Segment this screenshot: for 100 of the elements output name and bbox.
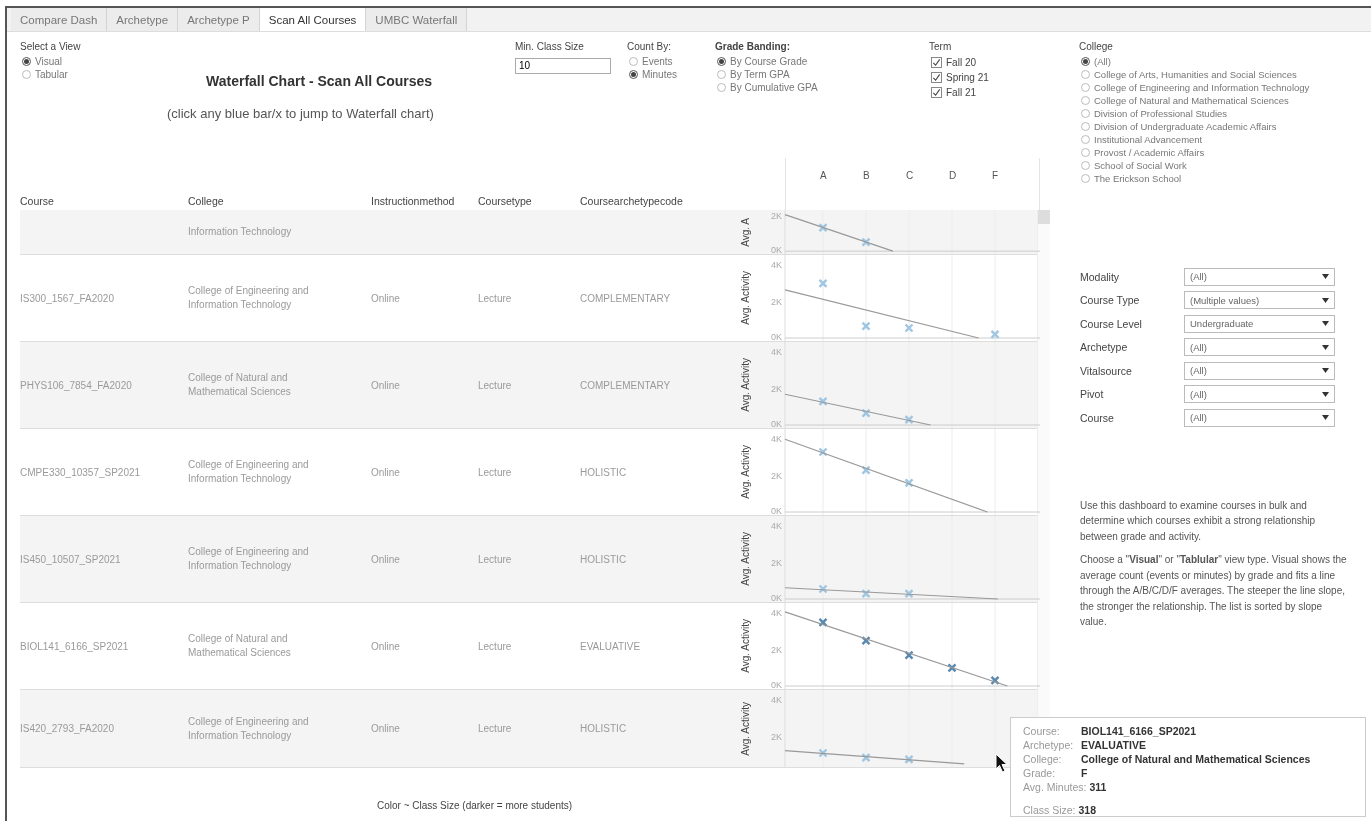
option-label: (All) — [1094, 56, 1111, 67]
option-label: By Course Grade — [730, 56, 808, 67]
caret-icon — [1322, 415, 1329, 421]
column-header: Instructionmethod — [371, 195, 456, 209]
table-cell: IS450_10507_SP2021 — [20, 553, 121, 565]
table-cell-text: College of Engineering and Information Technology — [188, 458, 310, 487]
data-point[interactable] — [904, 323, 914, 333]
caret-icon — [1322, 274, 1329, 280]
table-cell: HOLISTIC — [580, 553, 627, 565]
data-point[interactable] — [861, 237, 871, 247]
tooltip-label: Grade: — [1023, 766, 1057, 780]
data-point[interactable] — [861, 408, 871, 419]
filter-dropdown[interactable]: (All) — [1184, 338, 1335, 357]
table-cell: Online — [371, 640, 400, 652]
checkbox[interactable] — [931, 72, 942, 83]
filter-dropdown[interactable]: (All) — [1184, 267, 1335, 286]
axis-tick-label: 4K — [771, 608, 782, 619]
column-header: Course — [20, 195, 55, 209]
grade-label: B — [863, 170, 870, 181]
table-cell: Lecture — [478, 379, 512, 391]
data-point[interactable] — [861, 589, 871, 599]
filter-dropdown[interactable]: (All) — [1184, 385, 1335, 404]
data-point[interactable] — [818, 617, 828, 628]
table-cell: HOLISTIC — [580, 723, 627, 735]
tooltip-value: EVALUATIVE — [1081, 738, 1146, 752]
table-cell-text: College of Engineering and Information Technology — [188, 545, 310, 574]
filter-dropdown[interactable]: (Multiple values) — [1184, 291, 1335, 310]
tab[interactable]: Scan All Courses — [259, 8, 367, 31]
table-cell: IS420_2793_FA2020 — [20, 723, 114, 735]
tab[interactable]: Compare Dash — [11, 8, 108, 31]
option-label: Fall 21 — [946, 87, 976, 98]
data-point[interactable] — [861, 636, 871, 646]
data-point[interactable] — [904, 415, 914, 425]
data-point[interactable] — [904, 650, 914, 660]
description-text: Use this dashboard to examine courses in bulk and determine which courses exhibit a strong relationship between grade and activity. — [1080, 498, 1317, 544]
data-point[interactable] — [904, 478, 914, 488]
filter-label: Term — [929, 41, 953, 52]
tab[interactable]: UMBC Waterfall — [366, 8, 468, 31]
filter-label: Select a View — [20, 41, 82, 52]
chart-title: Waterfall Chart - Scan All Courses — [205, 73, 434, 89]
filter-label: Course Level — [1080, 317, 1143, 330]
filter-label: Min. Class Size — [515, 41, 585, 52]
filter-dropdown[interactable]: (All) — [1184, 361, 1335, 380]
legend-note: Color ~ Class Size (darker = more students) — [377, 800, 573, 812]
data-point[interactable] — [818, 222, 828, 233]
filter-dropdown[interactable]: (All) — [1184, 408, 1335, 427]
table-cell: Lecture — [478, 466, 512, 478]
tab[interactable]: Archetype — [107, 8, 179, 31]
filter-dropdown[interactable]: Undergraduate — [1184, 314, 1335, 333]
data-point[interactable] — [818, 584, 828, 594]
min-class-size-field[interactable]: 10 — [515, 57, 611, 74]
grade-label: D — [949, 170, 957, 181]
table-cell: CMPE330_10357_SP2021 — [20, 466, 141, 478]
option-label: The Erickson School — [1094, 173, 1182, 184]
table-cell-text: College of Engineering and Information Technology — [188, 714, 310, 743]
option-label: Division of Undergraduate Academic Affairs — [1094, 121, 1277, 132]
radio-button[interactable] — [22, 57, 31, 66]
axis-tick-label: 2K — [771, 383, 782, 394]
data-point[interactable] — [861, 321, 871, 332]
radio-button[interactable] — [1081, 57, 1090, 66]
axis-tick-label: 2K — [771, 211, 782, 221]
filter-label: College — [1079, 41, 1114, 52]
chart-subtitle: (click any blue bar/x to jump to Waterfall chart) — [166, 105, 435, 121]
option-label: Events — [642, 56, 673, 67]
data-point[interactable] — [818, 396, 828, 407]
description-text: Choose a "Visual" or "Tablular" view type. Visual shows the average count (events or minutes) by grade and fits a line through the A/B/C/D/F averages. The steeper the line slope, the stronger the relationship. The list is sorted by slope value. — [1080, 553, 1348, 629]
data-point[interactable] — [904, 589, 914, 599]
caret-icon — [1322, 344, 1329, 350]
tab[interactable]: Archetype P — [178, 8, 260, 31]
data-point[interactable] — [861, 465, 871, 476]
axis-tick-label: 0K — [771, 680, 782, 690]
axis-title: Avg. Activity — [739, 619, 751, 674]
option-label: College of Engineering and Information Technology — [1094, 82, 1310, 93]
data-point[interactable] — [990, 675, 1000, 686]
table-cell: COMPLEMENTARY — [580, 292, 671, 304]
data-point[interactable] — [818, 748, 828, 758]
option-label: Provost / Academic Affairs — [1094, 147, 1205, 158]
caret-icon — [1322, 391, 1329, 397]
radio-button[interactable] — [717, 57, 726, 66]
axis-tick-label: 2K — [771, 557, 782, 568]
checkbox[interactable] — [931, 87, 942, 98]
grade-label: F — [992, 170, 999, 181]
data-point[interactable] — [904, 754, 914, 765]
axis-tick-label: 0K — [771, 593, 782, 603]
data-point[interactable] — [947, 663, 957, 673]
data-point[interactable] — [818, 278, 828, 289]
checkbox[interactable] — [931, 57, 942, 68]
axis-title: Avg. Activity — [739, 445, 751, 500]
table-cell-text: College of Natural and Mathematical Sciences — [188, 371, 292, 400]
filter-label: Count By: — [627, 41, 672, 52]
tooltip-label: College: — [1023, 752, 1063, 766]
radio-button[interactable] — [629, 70, 638, 79]
table-cell: HOLISTIC — [580, 466, 627, 478]
data-point[interactable] — [990, 329, 1000, 340]
table-cell: PHYS106_7854_FA2020 — [20, 379, 132, 391]
filter-label: Modality — [1080, 270, 1121, 283]
axis-tick-label: 4K — [771, 521, 782, 532]
data-point[interactable] — [818, 447, 828, 457]
data-point[interactable] — [861, 753, 871, 763]
axis-tick-label: 0K — [771, 506, 782, 516]
